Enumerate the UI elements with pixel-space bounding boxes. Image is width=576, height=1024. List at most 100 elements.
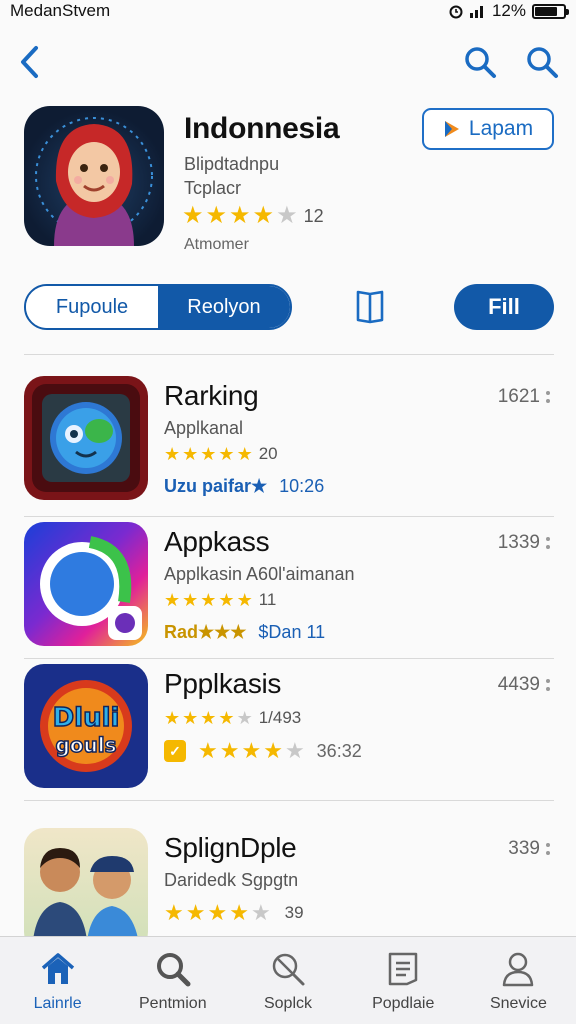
search-button[interactable] xyxy=(458,40,502,84)
more-button[interactable] xyxy=(542,530,554,556)
home-icon xyxy=(38,949,78,989)
signal-icon xyxy=(469,6,483,18)
more-button[interactable] xyxy=(542,836,554,862)
svg-text:Dluli: Dluli xyxy=(53,703,120,733)
app-icon-splignDple xyxy=(24,828,148,952)
app-extra-value: 36:32 xyxy=(316,740,362,761)
tab-search[interactable]: Pentmion xyxy=(115,937,230,1024)
star-icon: ★ xyxy=(218,708,235,728)
star-icon: ★ xyxy=(182,708,199,728)
badge-icon: ✓ xyxy=(164,740,186,762)
svg-text:gouls: gouls xyxy=(55,733,116,757)
star-icon: ★ xyxy=(164,590,181,610)
featured-app-title: Indonnesia xyxy=(184,112,340,145)
app-rating: ★ ★ ★ ★ ★ 11 xyxy=(164,590,276,610)
divider xyxy=(24,658,554,659)
search-icon xyxy=(153,949,193,989)
app-subtitle: Applkasin A60l'aimanan xyxy=(164,564,355,584)
get-button-label: Lapam xyxy=(468,117,534,140)
tab-home[interactable]: Lainrle xyxy=(0,937,115,1024)
star-icon: ★ xyxy=(250,900,271,925)
star-icon: ★ xyxy=(182,202,204,229)
tab-profile[interactable]: Snevice xyxy=(461,937,576,1024)
back-button[interactable] xyxy=(8,40,52,84)
tab-updates[interactable]: Popdlaie xyxy=(346,937,461,1024)
battery-percent: 12% xyxy=(491,1,526,20)
more-button[interactable] xyxy=(542,384,554,410)
star-icon: ★ xyxy=(182,590,199,610)
search-icon xyxy=(465,47,496,78)
segmented-control: Fupoule Reolyon xyxy=(24,284,292,330)
document-icon xyxy=(383,949,423,989)
app-extra: Rad★★★ $Dan 11 xyxy=(164,622,325,643)
get-button[interactable]: Lapam xyxy=(422,108,554,150)
globe-face-icon xyxy=(32,384,140,492)
featured-app: Indonnesia Blipdtadnpu Tcplacr ★ ★ ★ ★ ★ 12 … xyxy=(24,106,554,256)
search-button-2[interactable] xyxy=(520,40,564,84)
search-icon xyxy=(527,47,558,78)
rating-count: 20 xyxy=(258,444,278,463)
app-extra-tag: Rad★★★ xyxy=(164,622,247,642)
app-rating: ★ ★ ★ ★ ★ 20 xyxy=(164,444,278,464)
star-rating: ★ ★ ★ ★ ★ xyxy=(164,902,271,924)
tab-label: Popdlaie xyxy=(372,995,435,1012)
app-icon-rarking xyxy=(24,376,148,500)
rating-count: 39 xyxy=(284,903,304,922)
two-kids-icon xyxy=(32,848,140,952)
app-rating: ★ ★ ★ ★ ★ 39 xyxy=(164,902,304,924)
divider xyxy=(24,800,554,801)
list-item[interactable]: Rarking Applkanal ★ ★ ★ ★ ★ 20 Uzu paifar★ 1… xyxy=(24,376,554,506)
star-icon: ★ xyxy=(236,444,253,464)
app-extra-tag: Uzu paifar★ xyxy=(164,476,268,496)
segment-region[interactable]: Reolyon xyxy=(158,286,290,328)
app-title: Rarking xyxy=(164,380,259,411)
app-extra-value: 10:26 xyxy=(279,476,325,496)
tab-bar: Lainrle Pentmion Soplck Popdlaie Snevice xyxy=(0,936,576,1024)
nav-bar xyxy=(0,40,576,90)
featured-app-developer: Blipdtadnpu xyxy=(184,154,280,174)
person-icon xyxy=(498,949,538,989)
chevron-left-icon xyxy=(21,46,38,78)
featured-app-rating: ★ ★ ★ ★ ★ 12 xyxy=(182,204,324,228)
divider xyxy=(24,516,554,517)
tab-explore[interactable]: Soplck xyxy=(230,937,345,1024)
star-rating: ★ ★ ★ ★ ★ xyxy=(198,740,305,762)
star-rating: ★ ★ ★ ★ ★ xyxy=(182,204,298,228)
tab-label: Lainrle xyxy=(33,995,82,1012)
star-icon: ★ xyxy=(236,708,253,728)
battery-icon xyxy=(532,3,569,19)
star-icon: ★ xyxy=(276,202,298,229)
star-icon: ★ xyxy=(185,900,206,925)
book-button[interactable] xyxy=(348,284,392,330)
rating-count: 1/493 xyxy=(258,708,302,727)
star-rating: ★ ★ ★ ★ ★ xyxy=(164,591,253,609)
star-icon: ★ xyxy=(200,444,217,464)
tab-label: Soplck xyxy=(263,995,313,1012)
status-bar: MedanSt‍vem 12% xyxy=(0,0,576,22)
list-item[interactable]: Appkass Applkasin A60l'aimanan ★ ★ ★ ★ ★ 11 … xyxy=(24,522,554,652)
fill-button[interactable]: Fill xyxy=(454,284,554,330)
app-extra-value: $Dan 11 xyxy=(258,622,326,642)
rating-count: 12 xyxy=(303,205,324,226)
more-button[interactable] xyxy=(542,672,554,698)
star-icon: ★ xyxy=(252,202,275,229)
star-icon: ★ xyxy=(229,900,249,925)
featured-app-category: Tcplacr xyxy=(184,178,242,198)
star-rating: ★ ★ ★ ★ ★ xyxy=(164,445,253,463)
list-item[interactable]: Dluli gouls Ppplkasis ★ ★ ★ ★ ★ 1/493 ✓ ★ ★ ★ ★… xyxy=(24,664,554,794)
divider xyxy=(24,354,554,355)
game-logo-icon: Dluli gouls xyxy=(40,680,132,772)
search-slash-icon xyxy=(268,949,308,989)
star-icon: ★ xyxy=(218,444,235,464)
app-subtitle: Applkanal xyxy=(164,418,244,438)
star-icon: ★ xyxy=(164,444,181,464)
star-icon: ★ xyxy=(205,202,228,229)
star-icon: ★ xyxy=(182,444,199,464)
segment-popular[interactable]: Fupoule xyxy=(26,286,158,328)
star-icon: ★ xyxy=(236,590,253,610)
app-icon-appkass xyxy=(24,522,148,646)
featured-app-icon[interactable] xyxy=(24,106,164,246)
app-rating: ★ ★ ★ ★ ★ 1/493 xyxy=(164,708,301,728)
star-icon: ★ xyxy=(200,708,217,728)
app-number: 1339 xyxy=(497,532,540,553)
